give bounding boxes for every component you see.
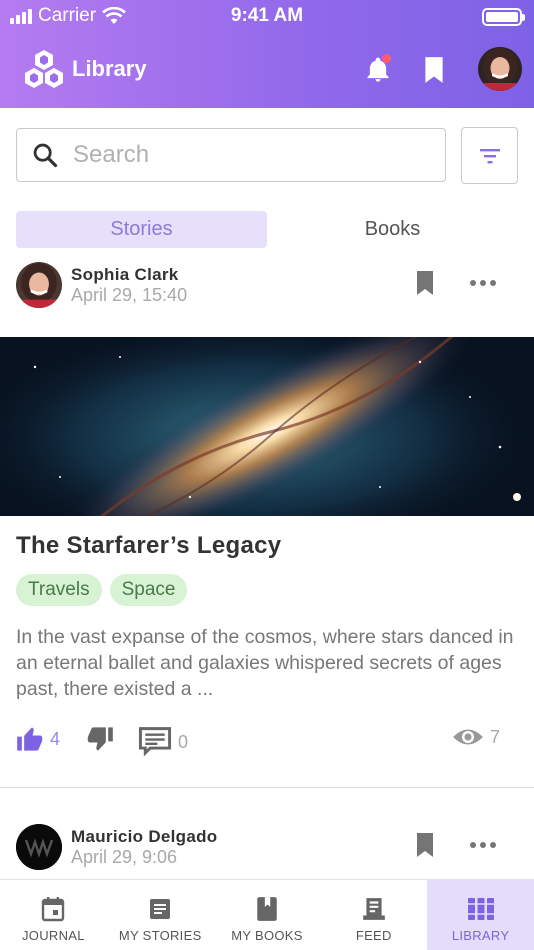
dislike-button[interactable]	[86, 726, 114, 752]
nav-my-books[interactable]: MY BOOKS	[214, 880, 321, 950]
view-count: 7	[490, 726, 501, 747]
filter-icon	[479, 148, 500, 163]
like-button[interactable]: 4	[16, 726, 60, 752]
like-count: 4	[50, 728, 61, 749]
comments-icon	[138, 727, 172, 757]
bookmark-icon	[417, 271, 433, 295]
calendar-icon	[42, 897, 65, 922]
bottom-navigation: JOURNAL MY STORIES MY BOOKS FEED LIBRARY	[0, 879, 534, 950]
search-field[interactable]	[16, 128, 446, 182]
post-date: April 29, 9:06	[71, 847, 178, 867]
nav-label: FEED	[355, 928, 392, 943]
post-date: April 29, 15:40	[71, 285, 188, 305]
nav-journal[interactable]: JOURNAL	[0, 880, 107, 950]
filter-button[interactable]	[461, 127, 518, 184]
bookmark-button[interactable]	[414, 832, 436, 863]
app-header: Carrier 9:41 AM Library	[0, 0, 534, 108]
post-title[interactable]: The Starfarer’s Legacy	[16, 532, 281, 560]
feed-icon	[362, 898, 385, 920]
tag-list: Travels Space	[16, 574, 188, 606]
nav-label: LIBRARY	[451, 928, 510, 943]
logo[interactable]: Library	[22, 48, 147, 90]
notifications-button[interactable]	[364, 54, 392, 84]
post-header: Mauricio Delgado April 29, 9:06	[0, 822, 534, 878]
tab-stories[interactable]: Stories	[16, 211, 267, 248]
thumbs-down-icon	[87, 727, 113, 751]
hexagon-logo-icon	[25, 50, 63, 88]
tag-chip[interactable]: Travels	[16, 574, 102, 606]
post-actions: 4 0 7	[16, 726, 518, 758]
more-options-button[interactable]	[470, 842, 496, 848]
bookmark-icon	[425, 57, 443, 83]
search-input[interactable]	[73, 141, 403, 169]
post-excerpt[interactable]: In the vast expanse of the cosmos, where…	[16, 624, 526, 702]
content-tabs: Stories Books	[16, 211, 518, 248]
app-title: Library	[72, 56, 147, 81]
dot	[480, 842, 486, 848]
post-header: Sophia Clark April 29, 15:40	[0, 260, 534, 316]
notification-dot	[382, 54, 391, 63]
dot	[490, 842, 496, 848]
profile-avatar[interactable]	[478, 47, 522, 91]
author-avatar[interactable]	[16, 262, 62, 308]
tag-chip[interactable]: Space	[109, 574, 188, 606]
bookmark-icon	[417, 833, 433, 857]
status-time: 9:41 AM	[230, 5, 304, 26]
book-icon	[257, 897, 277, 921]
eye-icon	[453, 729, 483, 745]
nav-my-stories[interactable]: MY STORIES	[107, 880, 214, 950]
tab-books[interactable]: Books	[267, 211, 518, 248]
author-name[interactable]: Sophia Clark	[71, 265, 179, 285]
search-icon	[31, 141, 59, 169]
nav-library[interactable]: LIBRARY	[427, 880, 534, 950]
nav-label: MY BOOKS	[231, 928, 303, 943]
comments-button[interactable]: 0	[138, 726, 188, 758]
author-avatar[interactable]	[16, 824, 62, 870]
nav-label: JOURNAL	[22, 928, 85, 943]
comment-count: 0	[178, 731, 189, 752]
galaxy-image	[0, 337, 534, 516]
more-options-button[interactable]	[470, 280, 496, 286]
status-bar: Carrier 9:41 AM	[0, 0, 534, 34]
avatar-image	[16, 824, 62, 870]
bookmarks-button[interactable]	[422, 56, 446, 89]
nav-feed[interactable]: FEED	[320, 880, 427, 950]
views-indicator: 7	[452, 726, 500, 748]
dot	[470, 842, 476, 848]
battery-icon	[482, 8, 525, 26]
dot	[480, 280, 486, 286]
nav-label: MY STORIES	[118, 928, 202, 943]
library-icon	[467, 898, 494, 920]
article-icon	[150, 899, 171, 919]
author-name[interactable]: Mauricio Delgado	[71, 827, 218, 847]
post-cover-image[interactable]	[0, 337, 534, 516]
avatar-image	[478, 47, 522, 91]
thumbs-up-icon	[17, 727, 43, 751]
post-divider	[0, 787, 534, 788]
app-bar: Library	[0, 44, 534, 94]
avatar-image	[16, 262, 62, 308]
dot	[470, 280, 476, 286]
bookmark-button[interactable]	[414, 270, 436, 301]
dot	[490, 280, 496, 286]
